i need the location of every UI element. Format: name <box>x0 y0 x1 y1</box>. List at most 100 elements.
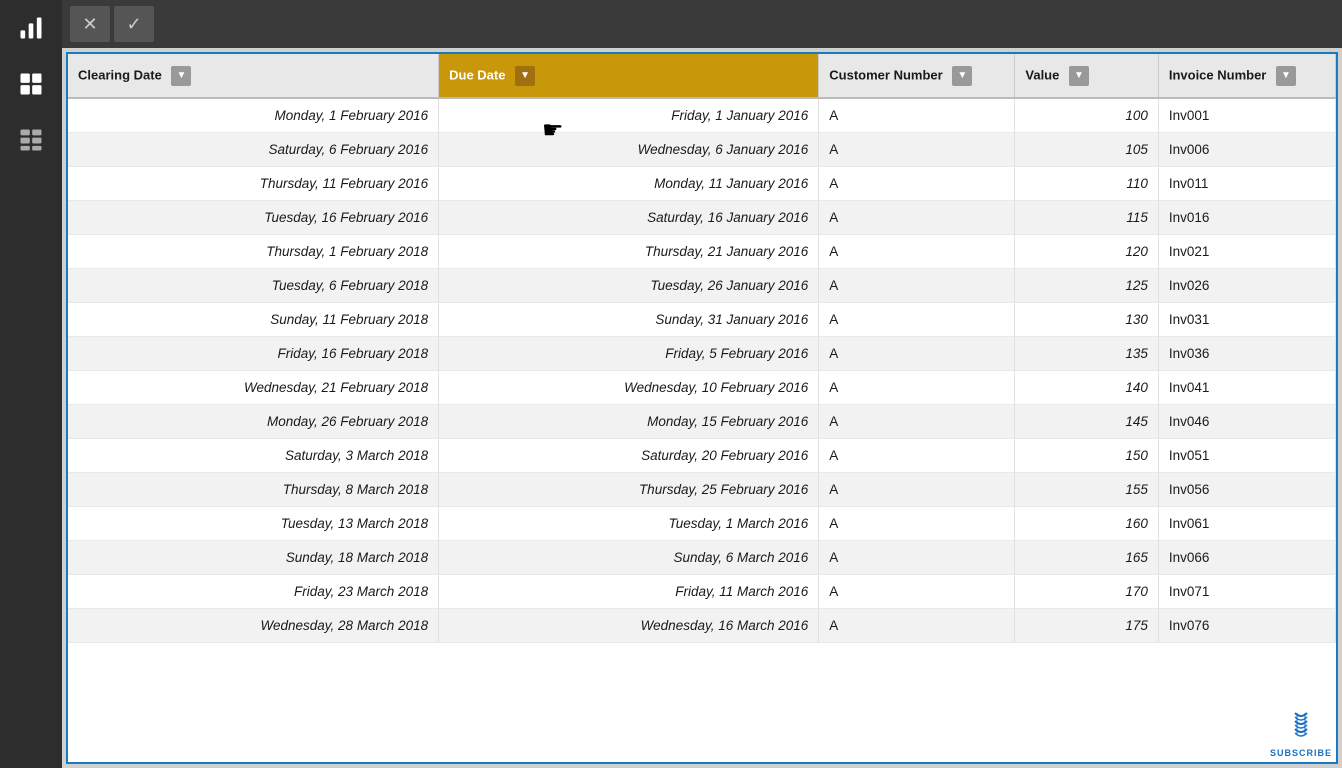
table-row: Monday, 26 February 2018Monday, 15 Febru… <box>68 404 1336 438</box>
table-cell: Thursday, 1 February 2018 <box>68 234 439 268</box>
table-cell: 150 <box>1015 438 1158 472</box>
table-cell: A <box>819 472 1015 506</box>
table-cell: 140 <box>1015 370 1158 404</box>
table-cell: A <box>819 234 1015 268</box>
dna-icon <box>1285 709 1317 748</box>
table-cell: A <box>819 438 1015 472</box>
table-cell: A <box>819 574 1015 608</box>
col-header-customer-number[interactable]: Customer Number ▼ <box>819 54 1015 98</box>
table-cell: A <box>819 608 1015 642</box>
table-cell: Friday, 11 March 2016 <box>439 574 819 608</box>
table-cell: Friday, 23 March 2018 <box>68 574 439 608</box>
col-label-value: Value <box>1025 67 1059 82</box>
clearing-date-filter-icon[interactable]: ▼ <box>171 66 191 86</box>
table-cell: Sunday, 31 January 2016 <box>439 302 819 336</box>
table-row: Wednesday, 28 March 2018Wednesday, 16 Ma… <box>68 608 1336 642</box>
table-cell: A <box>819 540 1015 574</box>
table-cell: Inv006 <box>1158 132 1335 166</box>
table-cell: Wednesday, 21 February 2018 <box>68 370 439 404</box>
table-row: Sunday, 11 February 2018Sunday, 31 Janua… <box>68 302 1336 336</box>
table-row: Saturday, 3 March 2018Saturday, 20 Febru… <box>68 438 1336 472</box>
table-row: Sunday, 18 March 2018Sunday, 6 March 201… <box>68 540 1336 574</box>
table-cell: 160 <box>1015 506 1158 540</box>
table-cell: Inv016 <box>1158 200 1335 234</box>
invoice-number-filter-icon[interactable]: ▼ <box>1276 66 1296 86</box>
table-row: Thursday, 11 February 2016Monday, 11 Jan… <box>68 166 1336 200</box>
data-table: Clearing Date ▼ Due Date ▼ Customer Numb… <box>68 54 1336 643</box>
table-cell: A <box>819 268 1015 302</box>
table-cell: 175 <box>1015 608 1158 642</box>
table-cell: A <box>819 98 1015 132</box>
table-cell: 135 <box>1015 336 1158 370</box>
table-row: Monday, 1 February 2016Friday, 1 January… <box>68 98 1336 132</box>
table-cell: Saturday, 6 February 2016 <box>68 132 439 166</box>
table-cell: Saturday, 16 January 2016 <box>439 200 819 234</box>
table-cell: 105 <box>1015 132 1158 166</box>
table-cell: Friday, 16 February 2018 <box>68 336 439 370</box>
sidebar-item-layout[interactable] <box>0 112 62 168</box>
table-header-row: Clearing Date ▼ Due Date ▼ Customer Numb… <box>68 54 1336 98</box>
value-filter-icon[interactable]: ▼ <box>1069 66 1089 86</box>
toolbar: ✕ ✓ <box>62 0 1342 48</box>
table-cell: Monday, 1 February 2016 <box>68 98 439 132</box>
table-cell: Inv031 <box>1158 302 1335 336</box>
col-label-due-date: Due Date <box>449 67 505 82</box>
table-cell: Monday, 26 February 2018 <box>68 404 439 438</box>
table-cell: A <box>819 166 1015 200</box>
table-cell: Saturday, 3 March 2018 <box>68 438 439 472</box>
table-cell: Sunday, 6 March 2016 <box>439 540 819 574</box>
table-cell: Inv036 <box>1158 336 1335 370</box>
col-label-invoice-number: Invoice Number <box>1169 67 1267 82</box>
table-cell: Thursday, 8 March 2018 <box>68 472 439 506</box>
table-row: Friday, 16 February 2018Friday, 5 Februa… <box>68 336 1336 370</box>
col-label-customer-number: Customer Number <box>829 67 942 82</box>
table-cell: Tuesday, 1 March 2016 <box>439 506 819 540</box>
close-button[interactable]: ✕ <box>70 6 110 42</box>
table-cell: A <box>819 404 1015 438</box>
table-cell: 125 <box>1015 268 1158 302</box>
table-body: Monday, 1 February 2016Friday, 1 January… <box>68 98 1336 642</box>
col-label-clearing-date: Clearing Date <box>78 67 162 82</box>
table-cell: A <box>819 370 1015 404</box>
table-cell: 115 <box>1015 200 1158 234</box>
table-cell: Friday, 1 January 2016 <box>439 98 819 132</box>
main-content: ✕ ✓ Clearing Date ▼ Due Date ▼ <box>62 0 1342 768</box>
table-cell: Monday, 11 January 2016 <box>439 166 819 200</box>
table-cell: Inv046 <box>1158 404 1335 438</box>
table-cell: Inv076 <box>1158 608 1335 642</box>
table-cell: A <box>819 132 1015 166</box>
table-cell: Inv056 <box>1158 472 1335 506</box>
table-cell: Inv001 <box>1158 98 1335 132</box>
due-date-filter-icon[interactable]: ▼ <box>515 66 535 86</box>
sidebar-item-table[interactable] <box>0 56 62 112</box>
table-row: Saturday, 6 February 2016Wednesday, 6 Ja… <box>68 132 1336 166</box>
col-header-due-date[interactable]: Due Date ▼ <box>439 54 819 98</box>
confirm-button[interactable]: ✓ <box>114 6 154 42</box>
col-header-value[interactable]: Value ▼ <box>1015 54 1158 98</box>
col-header-clearing-date[interactable]: Clearing Date ▼ <box>68 54 439 98</box>
table-cell: Saturday, 20 February 2016 <box>439 438 819 472</box>
table-row: Wednesday, 21 February 2018Wednesday, 10… <box>68 370 1336 404</box>
table-cell: 155 <box>1015 472 1158 506</box>
table-cell: Sunday, 18 March 2018 <box>68 540 439 574</box>
table-cell: Inv051 <box>1158 438 1335 472</box>
table-row: Tuesday, 6 February 2018Tuesday, 26 Janu… <box>68 268 1336 302</box>
table-cell: Sunday, 11 February 2018 <box>68 302 439 336</box>
data-table-wrapper: Clearing Date ▼ Due Date ▼ Customer Numb… <box>66 52 1338 764</box>
table-cell: Inv026 <box>1158 268 1335 302</box>
sidebar-item-chart[interactable] <box>0 0 62 56</box>
customer-number-filter-icon[interactable]: ▼ <box>952 66 972 86</box>
subscribe-badge[interactable]: SUBSCRIBE <box>1270 709 1332 758</box>
table-cell: A <box>819 200 1015 234</box>
subscribe-label: SUBSCRIBE <box>1270 748 1332 758</box>
table-cell: Inv061 <box>1158 506 1335 540</box>
table-row: Tuesday, 16 February 2016Saturday, 16 Ja… <box>68 200 1336 234</box>
col-header-invoice-number[interactable]: Invoice Number ▼ <box>1158 54 1335 98</box>
table-cell: Wednesday, 10 February 2016 <box>439 370 819 404</box>
table-cell: Thursday, 11 February 2016 <box>68 166 439 200</box>
table-cell: 120 <box>1015 234 1158 268</box>
table-cell: Inv021 <box>1158 234 1335 268</box>
table-cell: 100 <box>1015 98 1158 132</box>
table-cell: Wednesday, 28 March 2018 <box>68 608 439 642</box>
table-cell: A <box>819 302 1015 336</box>
